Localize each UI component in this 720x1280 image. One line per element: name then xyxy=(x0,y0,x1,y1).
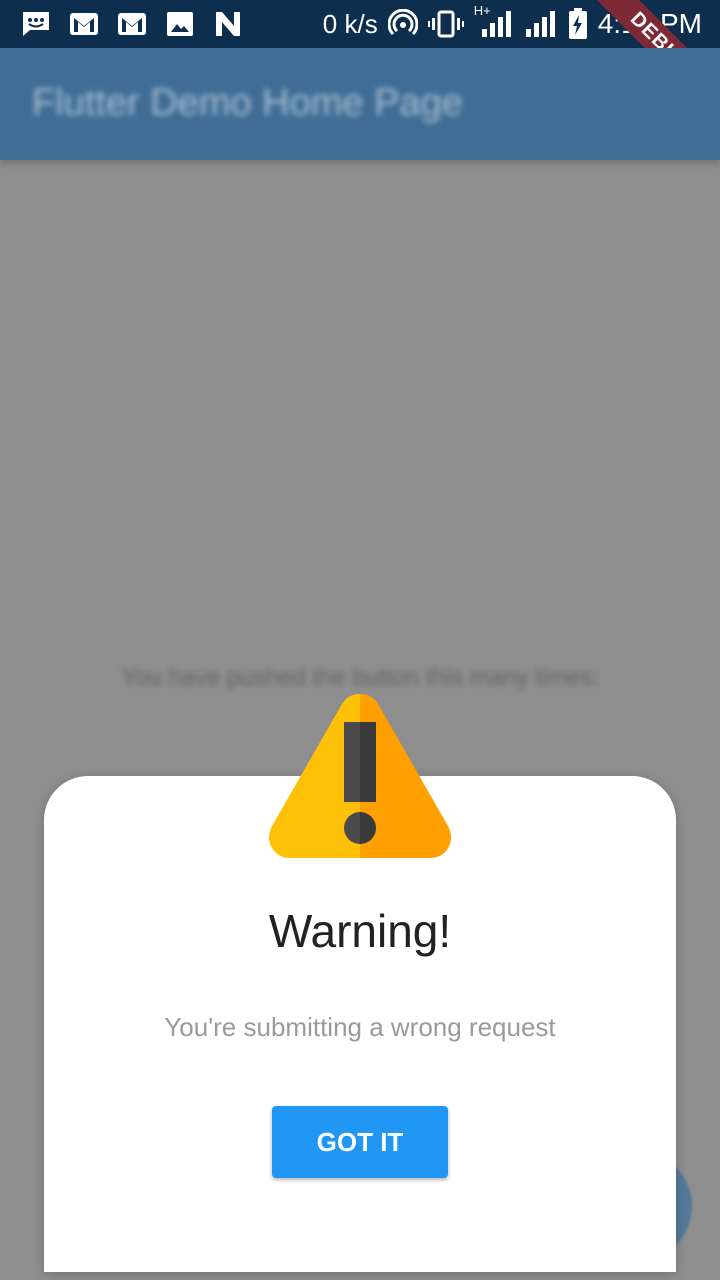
warning-icon xyxy=(269,694,451,858)
gmail-icon xyxy=(118,13,146,35)
app-bar-title: Flutter Demo Home Page xyxy=(32,82,463,124)
hotspot-icon xyxy=(387,9,418,36)
counter-label: You have pushed the button this many tim… xyxy=(120,664,600,691)
signal-h-plus: H+ xyxy=(474,3,514,39)
image-icon xyxy=(167,12,193,36)
battery-charging-icon xyxy=(568,8,587,39)
status-bar: 0 k/s H+ 4:19 PM DEBUG xyxy=(0,0,720,128)
messages-icon xyxy=(23,12,49,36)
vibrate-icon xyxy=(427,10,464,38)
gmail-icon xyxy=(70,13,98,35)
got-it-button[interactable]: GOT IT xyxy=(272,1106,448,1178)
signal-icon xyxy=(481,11,511,37)
app-bar: Flutter Demo Home Page xyxy=(0,48,720,160)
dialog-message: You're submitting a wrong request xyxy=(164,1012,556,1042)
n-app-icon xyxy=(216,12,240,36)
notification-icons xyxy=(20,8,244,40)
signal-icon xyxy=(525,11,555,37)
network-speed: 0 k/s xyxy=(322,8,378,39)
dialog-title: Warning! xyxy=(268,905,452,957)
